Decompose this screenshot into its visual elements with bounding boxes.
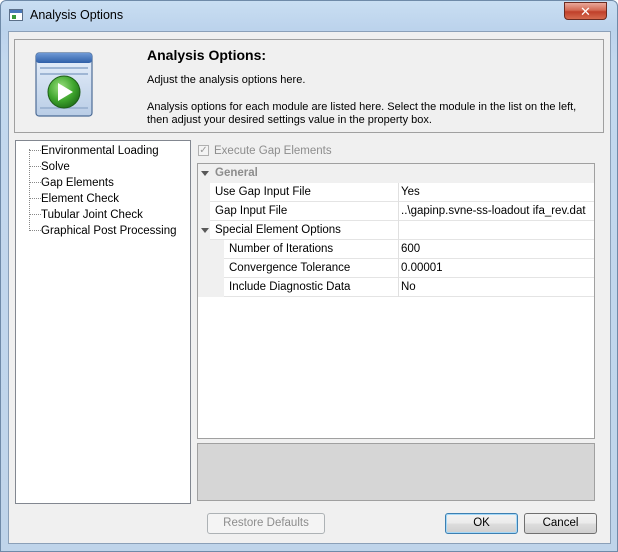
- property-value[interactable]: 0.00001: [398, 259, 594, 278]
- property-name: Use Gap Input File: [215, 186, 311, 198]
- close-button[interactable]: ✕: [564, 2, 607, 20]
- tree-item-label: Solve: [41, 161, 70, 173]
- tree-item-label: Graphical Post Processing: [41, 225, 177, 237]
- title-bar[interactable]: Analysis Options ✕: [1, 1, 617, 31]
- header-title: Analysis Options:: [147, 47, 267, 63]
- property-value: [398, 221, 594, 240]
- tree-branch-line: [29, 166, 41, 167]
- grid-subgutter: [210, 240, 224, 259]
- grid-gutter: [198, 183, 210, 202]
- property-value[interactable]: ..\gapinp.svne-ss-loadout ifa_rev.dat: [398, 202, 594, 221]
- checkbox-label: Execute Gap Elements: [214, 145, 332, 157]
- grid-gutter: [198, 278, 210, 297]
- property-name: Gap Input File: [215, 205, 288, 217]
- property-row-include-diagnostic-data[interactable]: Include Diagnostic Data No: [198, 278, 594, 297]
- category-general[interactable]: General: [198, 164, 594, 183]
- tree-connector-line: [29, 149, 30, 231]
- tree-branch-line: [29, 214, 41, 215]
- property-name: Include Diagnostic Data: [229, 281, 351, 293]
- module-tree[interactable]: Environmental Loading Solve Gap Elements…: [15, 140, 191, 504]
- grid-subgutter: [210, 259, 224, 278]
- category-label: General: [215, 167, 258, 179]
- tree-branch-line: [29, 182, 41, 183]
- property-value[interactable]: Yes: [398, 183, 594, 202]
- property-row-special-element-options[interactable]: Special Element Options: [198, 221, 594, 240]
- tree-item-label: Element Check: [41, 193, 119, 205]
- tree-item-label: Tubular Joint Check: [41, 209, 143, 221]
- property-row-convergence-tolerance[interactable]: Convergence Tolerance 0.00001: [198, 259, 594, 278]
- property-help-panel: [197, 443, 595, 501]
- property-row-gap-input-file[interactable]: Gap Input File ..\gapinp.svne-ss-loadout…: [198, 202, 594, 221]
- analysis-options-dialog: Analysis Options ✕ Analysis Options: Adj…: [0, 0, 618, 552]
- grid-gutter: [198, 240, 210, 259]
- property-row-number-of-iterations[interactable]: Number of Iterations 600: [198, 240, 594, 259]
- header-panel: Analysis Options: Adjust the analysis op…: [14, 39, 604, 133]
- cancel-button[interactable]: Cancel: [524, 513, 597, 534]
- header-description: Analysis options for each module are lis…: [147, 101, 577, 126]
- header-subtitle: Adjust the analysis options here.: [147, 74, 306, 86]
- restore-defaults-button[interactable]: Restore Defaults: [207, 513, 325, 534]
- property-name: Convergence Tolerance: [229, 262, 351, 274]
- window-app-icon: [9, 9, 23, 21]
- property-row-use-gap-input-file[interactable]: Use Gap Input File Yes: [198, 183, 594, 202]
- tree-item-label: Environmental Loading: [41, 145, 159, 157]
- property-value[interactable]: No: [398, 278, 594, 297]
- dialog-client-area: Analysis Options: Adjust the analysis op…: [8, 31, 611, 544]
- tree-branch-line: [29, 198, 41, 199]
- tree-branch-line: [29, 150, 41, 151]
- play-window-icon: [35, 52, 93, 117]
- tree-branch-line: [29, 230, 41, 231]
- property-grid[interactable]: General Use Gap Input File Yes Gap Input…: [197, 163, 595, 439]
- property-value[interactable]: 600: [398, 240, 594, 259]
- grid-subgutter: [210, 278, 224, 297]
- checkbox-check-icon: ✓: [198, 145, 209, 156]
- window-title: Analysis Options: [30, 8, 124, 22]
- tree-item-label: Gap Elements: [41, 177, 114, 189]
- grid-gutter: [198, 259, 210, 278]
- collapse-triangle-icon[interactable]: [201, 228, 209, 233]
- grid-gutter: [198, 202, 210, 221]
- ok-button[interactable]: OK: [445, 513, 518, 534]
- close-icon: ✕: [580, 4, 591, 19]
- property-name: Number of Iterations: [229, 243, 334, 255]
- collapse-triangle-icon[interactable]: [201, 171, 209, 176]
- property-name: Special Element Options: [215, 224, 341, 236]
